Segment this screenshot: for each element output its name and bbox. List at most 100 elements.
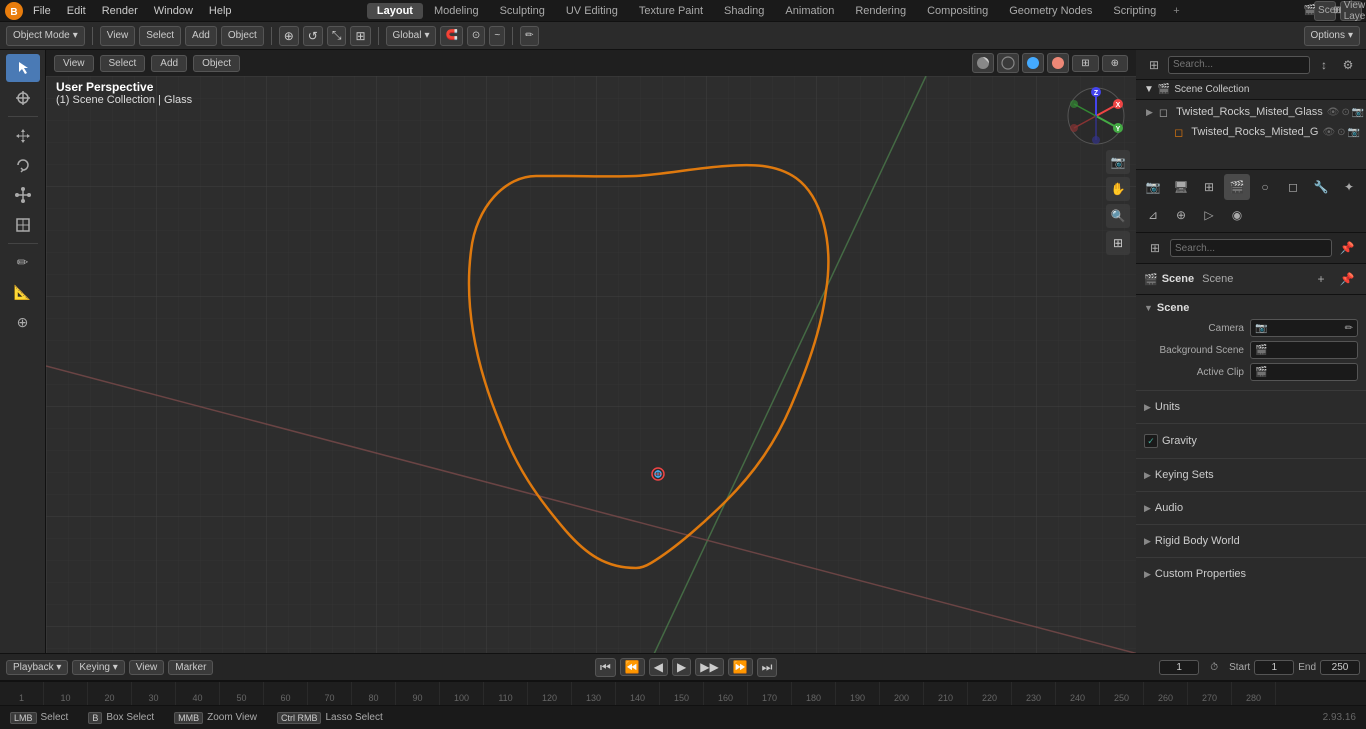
transform-tool-sidebar[interactable] — [6, 211, 40, 239]
viewport-move[interactable]: ✋ — [1106, 177, 1130, 201]
keying-button[interactable]: Keying ▾ — [72, 660, 124, 675]
prop-search-input[interactable] — [1170, 239, 1332, 257]
prop-icon-physics[interactable]: ⊿ — [1140, 202, 1166, 228]
prop-icon-view-layer[interactable]: ⊞ — [1196, 174, 1222, 200]
eye-icon-1[interactable]: 👁 — [1322, 127, 1335, 138]
prop-icon-output[interactable]: 🖥 — [1168, 174, 1194, 200]
view-layer-selector[interactable]: ⊞ View Layer — [1340, 1, 1362, 21]
gravity-checkbox[interactable]: ✓ — [1144, 434, 1158, 448]
prop-icon-modifier[interactable]: 🔧 — [1308, 174, 1334, 200]
menu-window[interactable]: Window — [147, 3, 200, 19]
audio-collapse[interactable]: ▶ Audio — [1144, 499, 1358, 517]
box-select-status[interactable]: B Box Select — [88, 712, 154, 724]
add-object-tool[interactable]: ⊕ — [6, 308, 40, 336]
render-icon-1[interactable]: 📷 — [1348, 127, 1360, 138]
collection-expand-arrow[interactable]: ▼ — [1144, 84, 1154, 95]
viewport[interactable]: View Select Add Object ⊞ ⊕ — [46, 50, 1136, 653]
camera-dropper[interactable]: ✏ — [1345, 323, 1353, 334]
play-next-frame[interactable]: ⏩ — [728, 658, 753, 676]
object-mode-selector[interactable]: Object Mode ▾ — [6, 26, 85, 46]
prop-icon-render[interactable]: 📷 — [1140, 174, 1166, 200]
tab-uv-editing[interactable]: UV Editing — [556, 3, 628, 19]
marker-button[interactable]: Marker — [168, 660, 213, 675]
scale-tool[interactable]: ⤡ — [327, 26, 347, 46]
prop-icon-particles[interactable]: ✦ — [1336, 174, 1362, 200]
outliner-item-1[interactable]: ◻ Twisted_Rocks_Misted_G 👁 ⊙ 📷 — [1136, 122, 1366, 142]
prop-icon-material[interactable]: ◉ — [1224, 202, 1250, 228]
options-button[interactable]: Options ▾ — [1304, 26, 1361, 46]
view-menu[interactable]: View — [100, 26, 136, 46]
viewport-camera-view[interactable]: 📷 — [1106, 150, 1130, 174]
start-frame-input[interactable]: 1 — [1254, 660, 1294, 675]
tab-sculpting[interactable]: Sculpting — [490, 3, 555, 19]
viewport-navigation-gizmo[interactable]: X Y Z — [1066, 86, 1126, 146]
tab-geometry-nodes[interactable]: Geometry Nodes — [999, 3, 1102, 19]
viewport-object-menu[interactable]: Object — [193, 55, 240, 72]
zoom-status[interactable]: MMB Zoom View — [174, 712, 257, 724]
select-icon-0[interactable]: ⊙ — [1342, 107, 1350, 118]
gravity-collapse[interactable]: ✓ Gravity — [1144, 431, 1358, 451]
playback-button[interactable]: Playback ▾ — [6, 660, 68, 675]
menu-file[interactable]: File — [26, 3, 58, 19]
viewport-overlay-toggle[interactable]: ⊞ — [1072, 55, 1098, 72]
play-button[interactable]: ▶ — [672, 658, 691, 676]
play-prev-frame[interactable]: ⏪ — [620, 658, 645, 676]
transform-tool[interactable]: ⊞ — [350, 26, 370, 46]
rotate-tool[interactable]: ↺ — [303, 26, 323, 46]
measure-tool[interactable]: 📐 — [6, 278, 40, 306]
prop-icon-scene[interactable]: 🎬 — [1224, 174, 1250, 200]
prop-icon-constraints[interactable]: ⊕ — [1168, 202, 1194, 228]
prop-pin-icon[interactable]: 📌 — [1336, 237, 1358, 259]
viewport-shading-rendered[interactable] — [1047, 53, 1069, 73]
tab-rendering[interactable]: Rendering — [845, 3, 916, 19]
grease-pencil[interactable]: ✏ — [520, 26, 538, 46]
eye-icon-0[interactable]: 👁 — [1327, 107, 1340, 118]
tab-scripting[interactable]: Scripting — [1103, 3, 1166, 19]
lasso-select-status[interactable]: Ctrl RMB Lasso Select — [277, 712, 383, 724]
outliner-settings-icon[interactable]: ⚙ — [1338, 54, 1358, 76]
tab-modeling[interactable]: Modeling — [424, 3, 489, 19]
current-frame-input[interactable]: 1 — [1159, 660, 1199, 675]
tab-animation[interactable]: Animation — [775, 3, 844, 19]
prop-icon-data[interactable]: ▷ — [1196, 202, 1222, 228]
custom-props-collapse[interactable]: ▶ Custom Properties — [1144, 565, 1358, 583]
scene-pin-icon[interactable]: 📌 — [1336, 268, 1358, 290]
camera-value[interactable]: 📷 ✏ — [1250, 319, 1358, 337]
viewport-view-menu[interactable]: View — [54, 55, 94, 72]
outliner-search-input[interactable] — [1168, 56, 1310, 74]
select-icon-1[interactable]: ⊙ — [1337, 127, 1345, 138]
timeline-ruler[interactable]: 1 10 20 30 40 50 60 70 80 90 100 110 120… — [0, 681, 1366, 705]
rigid-body-collapse[interactable]: ▶ Rigid Body World — [1144, 532, 1358, 550]
tab-shading[interactable]: Shading — [714, 3, 774, 19]
add-menu[interactable]: Add — [185, 26, 217, 46]
tab-layout[interactable]: Layout — [367, 3, 423, 19]
fps-icon[interactable]: ⏱ — [1203, 656, 1225, 678]
viewport-render-border[interactable]: ⊞ — [1106, 231, 1130, 255]
timeline-view-button[interactable]: View — [129, 660, 165, 675]
viewport-zoom[interactable]: 🔍 — [1106, 204, 1130, 228]
menu-edit[interactable]: Edit — [60, 3, 93, 19]
play-next[interactable]: ▶▶ — [695, 658, 723, 676]
rotate-tool-sidebar[interactable] — [6, 151, 40, 179]
snap-toggle[interactable]: 🧲 — [440, 26, 462, 46]
active-clip-value[interactable]: 🎬 — [1250, 363, 1358, 381]
move-tool-sidebar[interactable] — [6, 121, 40, 149]
select-menu[interactable]: Select — [139, 26, 181, 46]
viewport-select-menu[interactable]: Select — [100, 55, 146, 72]
scene-add-icon[interactable]: + — [1310, 268, 1332, 290]
viewport-shading-material[interactable] — [1022, 53, 1044, 73]
proportional-connected[interactable]: ~ — [489, 26, 505, 46]
end-frame-input[interactable]: 250 — [1320, 660, 1360, 675]
annotate-tool[interactable]: ✏ — [6, 248, 40, 276]
prop-filter-icon[interactable]: ⊞ — [1144, 237, 1166, 259]
play-prev[interactable]: ◀ — [649, 658, 668, 676]
outliner-item-0[interactable]: ▶ ◻ Twisted_Rocks_Misted_Glass 👁 ⊙ 📷 — [1136, 102, 1366, 122]
viewport-gizmo-toggle[interactable]: ⊕ — [1102, 55, 1128, 72]
prop-icon-object[interactable]: ◻ — [1280, 174, 1306, 200]
menu-render[interactable]: Render — [95, 3, 145, 19]
scene-section-header[interactable]: ▼ Scene — [1144, 299, 1358, 317]
select-tool[interactable] — [6, 54, 40, 82]
proportional-edit[interactable]: ⊙ — [467, 26, 485, 46]
play-last-frame[interactable]: ⏭ — [757, 658, 778, 677]
select-status[interactable]: LMB Select — [10, 712, 68, 724]
